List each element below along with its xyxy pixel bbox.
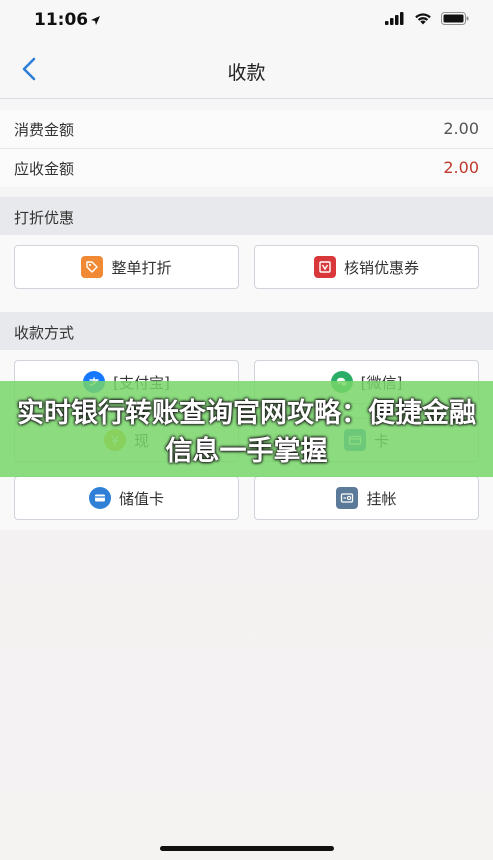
receivable-amount-label: 应收金额 bbox=[14, 160, 75, 178]
redeem-coupon-button[interactable]: 核销优惠券 bbox=[254, 245, 479, 289]
consume-amount-row: 消费金额 2.00 bbox=[0, 110, 493, 148]
credit-account-icon bbox=[336, 487, 359, 509]
discount-section-header: 打折优惠 bbox=[0, 197, 493, 235]
whole-order-discount-button[interactable]: 整单打折 bbox=[14, 245, 239, 289]
receivable-amount-value: 2.00 bbox=[443, 158, 479, 177]
screen: 11:06 收款 消费金额 2.00 应收金额 2.00 打折优惠 整单打折 核… bbox=[0, 0, 493, 860]
home-indicator[interactable] bbox=[160, 846, 334, 851]
wifi-icon bbox=[415, 13, 431, 25]
consume-amount-label: 消费金额 bbox=[14, 121, 75, 139]
status-icons bbox=[385, 12, 469, 25]
status-time: 11:06 bbox=[34, 10, 89, 30]
coupon-icon bbox=[313, 256, 336, 278]
discount-section-title: 打折优惠 bbox=[14, 209, 75, 227]
payment-section-title: 收款方式 bbox=[14, 324, 75, 342]
nav-bar: 收款 bbox=[0, 40, 493, 99]
battery-icon bbox=[441, 12, 469, 25]
status-bar: 11:06 bbox=[0, 0, 493, 40]
stored-value-card-button[interactable]: 储值卡 bbox=[14, 476, 239, 520]
headline-banner: 实时银行转账查询官网攻略：便捷金融信息一手掌握 bbox=[0, 381, 493, 477]
credit-account-label: 挂帐 bbox=[366, 489, 397, 508]
credit-account-button[interactable]: 挂帐 bbox=[254, 476, 479, 520]
location-arrow-icon bbox=[91, 16, 100, 25]
whole-order-discount-label: 整单打折 bbox=[111, 258, 172, 277]
page-title: 收款 bbox=[227, 62, 266, 84]
cellular-signal-icon bbox=[385, 12, 404, 25]
discount-tag-icon bbox=[81, 256, 104, 278]
headline-banner-text: 实时银行转账查询官网攻略：便捷金融信息一手掌握 bbox=[17, 398, 476, 467]
stored-card-icon bbox=[88, 487, 111, 509]
payment-section-header: 收款方式 bbox=[0, 312, 493, 350]
receivable-amount-row: 应收金额 2.00 bbox=[0, 149, 493, 187]
redeem-coupon-label: 核销优惠券 bbox=[343, 258, 419, 277]
consume-amount-value: 2.00 bbox=[443, 119, 479, 138]
stored-value-card-label: 储值卡 bbox=[118, 489, 164, 508]
